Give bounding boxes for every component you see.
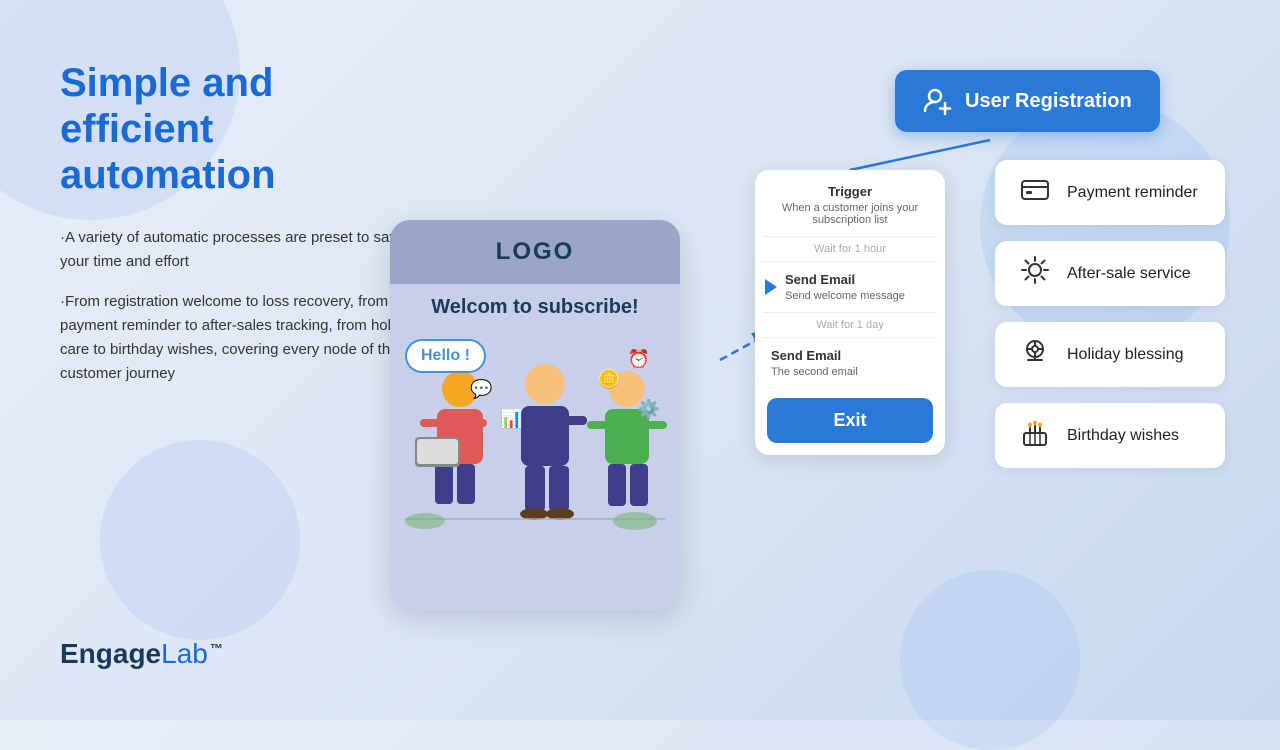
sidebar-item-payment[interactable]: Payment reminder <box>995 160 1225 225</box>
coin-icon: 🪙 <box>598 369 620 390</box>
birthday-icon-svg <box>1020 417 1050 447</box>
right-sidebar: Payment reminder After-sale service <box>995 160 1225 468</box>
flow-email-1-content: Send Email Send welcome message <box>785 272 905 302</box>
flow-trigger: Trigger When a customer joins your subsc… <box>755 170 945 236</box>
aftersale-icon-svg <box>1020 255 1050 285</box>
payment-icon <box>1017 174 1053 211</box>
phone-header: LOGO <box>390 220 680 284</box>
holiday-icon-svg <box>1020 336 1050 366</box>
birthday-icon <box>1017 417 1053 454</box>
phone-illustration: Hello ! ⏰ 🪙 ⚙️ 💬 📊 <box>390 319 680 549</box>
bg-circle-2 <box>100 440 300 640</box>
birthday-label: Birthday wishes <box>1067 427 1179 445</box>
payment-icon-svg <box>1020 174 1050 204</box>
desc-1: ·A variety of automatic processes are pr… <box>60 226 430 274</box>
trigger-title: Trigger <box>771 184 929 199</box>
settings-icon: ⚙️ <box>638 399 660 420</box>
wait-2: Wait for 1 day <box>755 313 945 337</box>
email2-sub: The second email <box>771 366 929 378</box>
exit-label: Exit <box>833 410 866 430</box>
aftersale-icon <box>1017 255 1053 292</box>
phone-mockup: LOGO Welcom to subscribe! Hello ! ⏰ 🪙 ⚙️… <box>390 220 680 610</box>
line-user-to-flow <box>850 140 990 170</box>
trigger-sub: When a customer joins your subscription … <box>771 202 929 226</box>
logo-lab: Lab <box>161 638 208 669</box>
user-plus-icon <box>923 86 953 116</box>
bg-circle-4 <box>900 570 1080 750</box>
phone-logo: LOGO <box>408 238 662 266</box>
user-registration-button[interactable]: User Registration <box>895 70 1160 132</box>
sidebar-item-aftersale[interactable]: After-sale service <box>995 241 1225 306</box>
phone-welcome: Welcom to subscribe! <box>390 284 680 319</box>
email2-title: Send Email <box>771 348 929 363</box>
payment-label: Payment reminder <box>1067 184 1198 202</box>
user-registration-label: User Registration <box>965 90 1132 113</box>
clock-icon: ⏰ <box>628 349 650 370</box>
sidebar-item-holiday[interactable]: Holiday blessing <box>995 322 1225 387</box>
holiday-label: Holiday blessing <box>1067 346 1184 364</box>
email1-title: Send Email <box>785 272 905 287</box>
sidebar-item-birthday[interactable]: Birthday wishes <box>995 403 1225 468</box>
email1-sub: Send welcome message <box>785 290 905 302</box>
flow-email-2-row: Send Email The second email <box>755 338 945 388</box>
aftersale-label: After-sale service <box>1067 265 1191 283</box>
flow-container: Trigger When a customer joins your subsc… <box>755 170 945 455</box>
mail-icon: 💬 <box>470 379 492 400</box>
main-title: Simple and efficient automation <box>60 60 430 198</box>
hello-bubble: Hello ! <box>405 339 486 373</box>
left-section: Simple and efficient automation ·A varie… <box>60 60 430 402</box>
logo-engage: Engage <box>60 638 161 669</box>
logo-section: EngageLab™ <box>60 638 223 670</box>
holiday-icon <box>1017 336 1053 373</box>
desc-2: ·From registration welcome to loss recov… <box>60 290 430 386</box>
flow-email-1-row: Send Email Send welcome message <box>755 262 945 312</box>
chart-icon: 📊 <box>500 409 522 430</box>
people-illustration <box>390 359 680 539</box>
logo-tm: ™ <box>210 641 223 656</box>
wait-1: Wait for 1 hour <box>755 237 945 261</box>
exit-button[interactable]: Exit <box>767 398 933 443</box>
flow-arrow-1 <box>765 279 777 295</box>
